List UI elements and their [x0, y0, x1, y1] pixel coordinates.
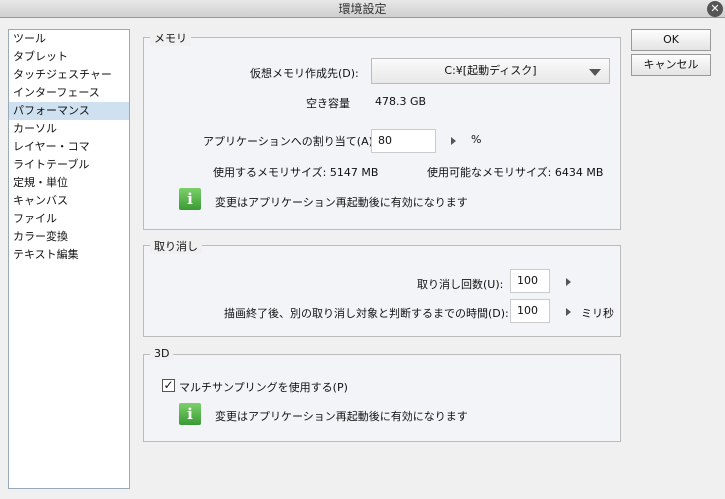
undo-count-label: 取り消し回数(U):: [417, 278, 504, 291]
cancel-button[interactable]: キャンセル: [631, 54, 711, 76]
multisampling-checkbox[interactable]: ✓: [162, 379, 175, 392]
available-memory-label: 使用可能なメモリサイズ: 6434 MB: [427, 166, 604, 179]
sidebar-item-interface[interactable]: インターフェース: [9, 84, 129, 102]
free-space-value: 478.3 GB: [375, 95, 427, 108]
undo-time-unit: ミリ秒: [581, 307, 614, 320]
vm-location-select[interactable]: C:¥[起動ディスク]: [371, 58, 610, 84]
sidebar-item-cursor[interactable]: カーソル: [9, 120, 129, 138]
sidebar-item-text-edit[interactable]: テキスト編集: [9, 246, 129, 264]
sidebar-item-file[interactable]: ファイル: [9, 210, 129, 228]
slider-arrow-icon[interactable]: [566, 278, 571, 286]
3d-group-title: 3D: [150, 347, 174, 360]
allocation-input[interactable]: 80: [371, 129, 436, 153]
info-icon: i: [179, 188, 201, 210]
info-icon: i: [179, 403, 201, 425]
memory-group-title: メモリ: [150, 30, 191, 46]
close-icon[interactable]: ✕: [707, 1, 723, 17]
undo-time-label: 描画終了後、別の取り消し対象と判断するまでの時間(D):: [224, 307, 509, 320]
category-list[interactable]: ツール タブレット タッチジェスチャー インターフェース パフォーマンス カーソ…: [8, 29, 130, 489]
slider-arrow-icon[interactable]: [566, 308, 571, 316]
vm-location-label: 仮想メモリ作成先(D):: [250, 67, 359, 80]
free-space-label: 空き容量: [306, 97, 350, 110]
ok-button[interactable]: OK: [631, 29, 711, 51]
sidebar-item-tablet[interactable]: タブレット: [9, 48, 129, 66]
undo-group-title: 取り消し: [150, 238, 202, 254]
3d-group: 3D: [143, 347, 621, 442]
multisampling-label[interactable]: マルチサンプリングを使用する(P): [179, 379, 348, 395]
sidebar-item-color-conversion[interactable]: カラー変換: [9, 228, 129, 246]
sidebar-item-canvas[interactable]: キャンバス: [9, 192, 129, 210]
sidebar-item-tool[interactable]: ツール: [9, 30, 129, 48]
vm-location-value: C:¥[起動ディスク]: [444, 64, 537, 77]
used-memory-label: 使用するメモリサイズ: 5147 MB: [213, 166, 379, 179]
sidebar-item-ruler-unit[interactable]: 定規・単位: [9, 174, 129, 192]
window-title: 環境設定: [338, 2, 387, 16]
sidebar-item-layer-frame[interactable]: レイヤー・コマ: [9, 138, 129, 156]
allocation-unit: %: [471, 133, 482, 146]
3d-restart-notice: 変更はアプリケーション再起動後に有効になります: [215, 410, 468, 423]
chevron-down-icon: [589, 69, 601, 76]
allocation-label: アプリケーションへの割り当て(A):: [203, 135, 377, 148]
sidebar-item-performance[interactable]: パフォーマンス: [9, 102, 129, 120]
slider-arrow-icon[interactable]: [451, 137, 456, 145]
memory-restart-notice: 変更はアプリケーション再起動後に有効になります: [215, 196, 468, 209]
sidebar-item-touch-gesture[interactable]: タッチジェスチャー: [9, 66, 129, 84]
undo-time-input[interactable]: 100: [510, 299, 550, 323]
sidebar-item-light-table[interactable]: ライトテーブル: [9, 156, 129, 174]
title-bar: 環境設定 ✕: [0, 0, 725, 18]
undo-count-input[interactable]: 100: [510, 269, 550, 293]
